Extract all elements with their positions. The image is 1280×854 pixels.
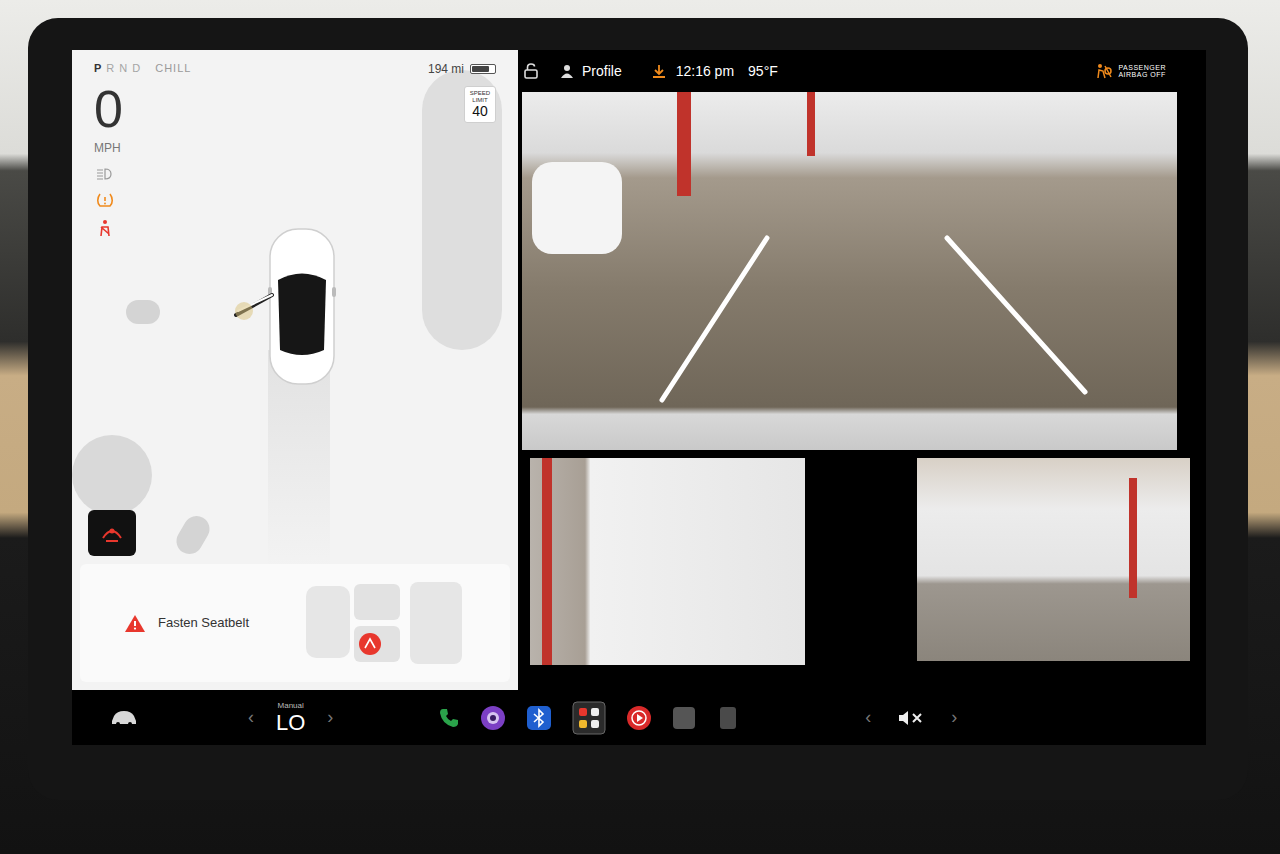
gear-item: R	[106, 60, 115, 77]
seat-diagram-icon	[306, 580, 466, 666]
display: PRND CHILL 0 MPH	[72, 50, 1206, 745]
fan-decrease-button[interactable]: ‹	[248, 704, 254, 731]
battery-meter	[470, 64, 496, 74]
alert-text: Fasten Seatbelt	[158, 613, 249, 633]
auto-headlight-icon	[96, 167, 114, 181]
speed-limit-sign: SPEED LIMIT 40	[464, 86, 496, 123]
outside-temperature: 95°F	[748, 61, 778, 82]
phone-icon[interactable]	[438, 707, 460, 729]
wall-post	[1129, 478, 1137, 598]
right-repeater-camera-view	[917, 458, 1190, 661]
seatbelt-warning-icon	[100, 522, 124, 544]
left-repeater-camera-view	[530, 458, 805, 665]
download-icon[interactable]	[652, 64, 666, 78]
gear-item: N	[119, 60, 128, 77]
fan-level[interactable]: LO	[276, 712, 305, 734]
climate-mode: Manual	[278, 702, 304, 710]
apps-icon[interactable]	[572, 701, 606, 735]
warning-icon	[124, 614, 146, 633]
speed-readout: 0	[94, 83, 191, 135]
clock: 12:16 pm	[676, 61, 734, 82]
volume-icon[interactable]	[897, 709, 925, 727]
vehicle-panel: PRND CHILL 0 MPH	[72, 50, 518, 690]
camera-app-icon[interactable]	[480, 705, 506, 731]
app-icon[interactable]	[672, 706, 696, 730]
volume-control: ‹ ›	[865, 704, 957, 731]
profile-button[interactable]: Profile	[582, 61, 622, 82]
seatbelt-alert-button[interactable]	[88, 510, 136, 556]
app-icon[interactable]	[716, 706, 740, 730]
speed-unit: MPH	[94, 139, 191, 157]
drive-mode: CHILL	[155, 60, 191, 77]
rear-camera-view	[522, 92, 1177, 450]
fan-increase-button[interactable]: ›	[327, 704, 333, 731]
wall-post	[807, 92, 815, 156]
car-topdown-icon[interactable]	[232, 225, 352, 390]
climate-control: ‹ Manual LO ›	[248, 702, 333, 734]
tire-pressure-icon	[96, 191, 114, 209]
map-shape	[72, 435, 152, 515]
parked-car	[532, 162, 622, 254]
media-icon[interactable]	[626, 705, 652, 731]
battery-fill	[472, 66, 489, 72]
range-readout: 194 mi	[428, 60, 464, 78]
volume-up-button[interactable]: ›	[951, 704, 957, 731]
gear-selector: PRND	[94, 60, 141, 77]
volume-down-button[interactable]: ‹	[865, 704, 871, 731]
gear-item: D	[132, 60, 141, 77]
seatbelt-icon	[96, 219, 114, 237]
airbag-status: PASSENGER AIRBAG OFF	[1096, 63, 1166, 79]
wall-post	[677, 92, 691, 196]
gear-item: P	[94, 60, 102, 77]
alert-card: Fasten Seatbelt	[80, 564, 510, 682]
car-icon[interactable]	[110, 710, 138, 726]
status-bar: Profile 12:16 pm 95°F PASSENGER AIRBAG O…	[518, 50, 1206, 92]
app-dock	[438, 701, 740, 735]
person-icon	[560, 64, 574, 78]
lock-icon[interactable]	[524, 63, 540, 79]
map-shape	[172, 511, 215, 559]
dashboard-photo: PRND CHILL 0 MPH	[0, 0, 1280, 854]
airbag-icon	[1096, 63, 1112, 79]
parking-guide-lines	[522, 92, 1177, 450]
screen-bezel: PRND CHILL 0 MPH	[28, 18, 1248, 800]
map-shape	[126, 300, 160, 324]
bottom-bar: ‹ Manual LO › ‹	[72, 690, 1206, 745]
bluetooth-icon[interactable]	[526, 705, 552, 731]
wall-post	[542, 458, 552, 665]
